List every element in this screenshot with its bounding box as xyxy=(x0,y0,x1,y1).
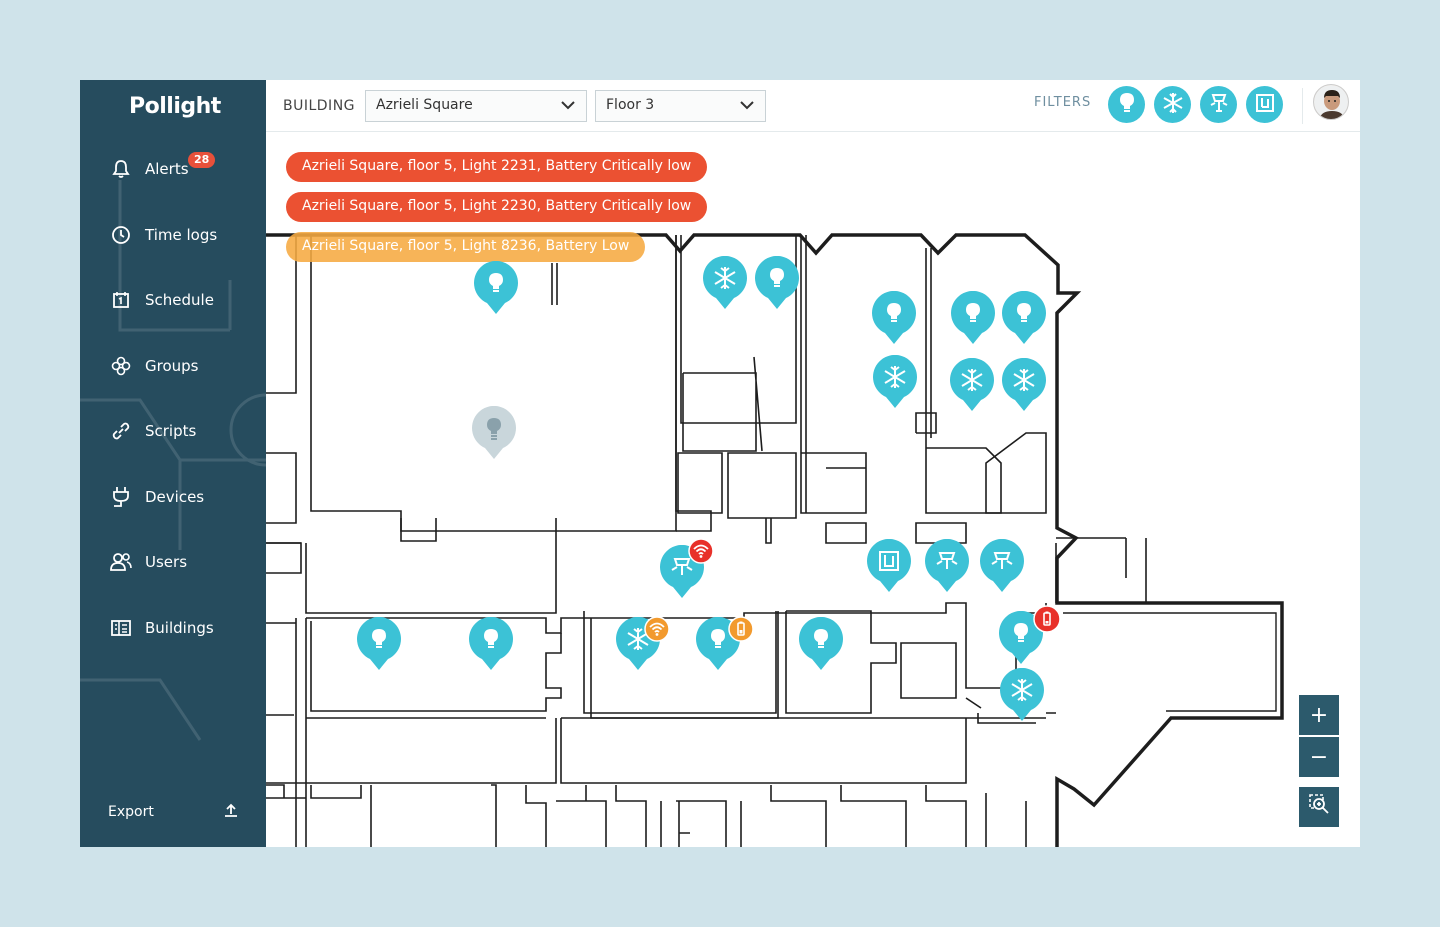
floor-select[interactable]: Floor 3 xyxy=(595,90,766,122)
sensor-pin[interactable] xyxy=(979,538,1025,597)
clock-icon xyxy=(110,224,132,246)
export-button[interactable]: Export xyxy=(108,803,238,821)
sidebar-item-label: Groups xyxy=(145,357,199,375)
sidebar-item-time-logs[interactable]: Time logs xyxy=(110,220,217,250)
building-select[interactable]: Azrieli Square xyxy=(365,90,587,122)
filter-sensors-button[interactable] xyxy=(1200,86,1237,123)
sidebar-item-label: Buildings xyxy=(145,619,214,637)
users-icon xyxy=(110,551,132,573)
sidebar-item-alerts[interactable]: Alerts 28 xyxy=(110,152,216,184)
sidebar-item-users[interactable]: Users xyxy=(110,547,187,577)
sidebar-item-label: Alerts xyxy=(145,160,189,178)
alert-low-battery[interactable]: Azrieli Square, floor 5, Light 8236, Bat… xyxy=(286,232,646,262)
hvac-pin[interactable] xyxy=(1001,357,1047,416)
sidebar-item-scripts[interactable]: Scripts xyxy=(110,416,196,446)
building-label: BUILDING xyxy=(283,98,356,114)
battery-warning-badge xyxy=(728,616,754,646)
zoom-in-button[interactable]: + xyxy=(1299,695,1339,735)
light-pin[interactable] xyxy=(950,290,996,349)
filters-label: FILTERS xyxy=(1034,95,1092,110)
hvac-pin[interactable] xyxy=(872,354,918,413)
sidebar-item-label: Time logs xyxy=(145,226,218,244)
alert-critical-battery[interactable]: Azrieli Square, floor 5, Light 2231, Bat… xyxy=(286,152,708,182)
export-label: Export xyxy=(108,804,154,820)
filter-hvac-button[interactable] xyxy=(1154,86,1191,123)
filter-lights-button[interactable] xyxy=(1108,86,1145,123)
sidebar-item-groups[interactable]: Groups xyxy=(110,351,198,381)
hvac-pin[interactable] xyxy=(702,255,748,314)
light-pin[interactable] xyxy=(356,616,402,675)
zoom-search-icon xyxy=(1308,793,1330,821)
hvac-pin[interactable] xyxy=(949,357,995,416)
sidebar-item-label: Schedule xyxy=(145,291,214,309)
sidebar-item-buildings[interactable]: Buildings xyxy=(110,613,214,643)
top-bar: BUILDING Azrieli Square Floor 3 FILTERS xyxy=(266,80,1360,132)
sensor-icon xyxy=(1207,92,1231,118)
upload-icon xyxy=(224,803,238,821)
app-logo: Pollight xyxy=(129,94,221,119)
alert-critical-battery[interactable]: Azrieli Square, floor 5, Light 2230, Bat… xyxy=(286,192,708,222)
zoom-fit-button[interactable] xyxy=(1299,787,1339,827)
light-pin[interactable] xyxy=(1001,290,1047,349)
floor-select-value: Floor 3 xyxy=(606,97,655,113)
sensor-pin[interactable] xyxy=(924,538,970,597)
filter-panels-button[interactable] xyxy=(1246,86,1283,123)
app-window: Pollight Alerts 28 Time logs Schedule Gr… xyxy=(80,80,1360,847)
groups-icon xyxy=(110,355,132,377)
light-pin[interactable] xyxy=(754,255,800,314)
building-select-value: Azrieli Square xyxy=(376,97,473,113)
light-pin[interactable] xyxy=(473,260,519,319)
sidebar-item-devices[interactable]: Devices xyxy=(110,482,204,512)
wifi-warning-badge xyxy=(644,616,670,646)
floor-map[interactable]: Azrieli Square, floor 5, Light 2231, Bat… xyxy=(266,133,1360,847)
link-icon xyxy=(110,420,132,442)
avatar[interactable] xyxy=(1313,84,1349,120)
panel-pin[interactable] xyxy=(866,538,912,597)
bulb-icon xyxy=(1117,92,1137,118)
light-pin[interactable] xyxy=(468,616,514,675)
sidebar: Pollight Alerts 28 Time logs Schedule Gr… xyxy=(80,80,266,847)
topbar-divider xyxy=(1302,88,1303,124)
chevron-down-icon xyxy=(560,99,576,115)
bell-icon xyxy=(110,158,132,180)
alerts-count-badge: 28 xyxy=(188,152,216,168)
panel-icon xyxy=(1255,93,1275,117)
light-pin-inactive[interactable] xyxy=(471,405,517,464)
snowflake-icon xyxy=(1162,92,1184,118)
sidebar-background-pattern xyxy=(80,180,266,741)
light-pin[interactable] xyxy=(798,616,844,675)
sidebar-item-label: Devices xyxy=(145,488,205,506)
plug-icon xyxy=(110,486,132,508)
chevron-down-icon xyxy=(739,99,755,115)
calendar-icon xyxy=(110,289,132,311)
wifi-alert-badge xyxy=(688,538,714,568)
battery-critical-badge xyxy=(1033,605,1061,637)
building-icon xyxy=(110,617,132,639)
sidebar-item-schedule[interactable]: Schedule xyxy=(110,285,214,315)
zoom-out-button[interactable]: − xyxy=(1299,737,1339,777)
light-pin[interactable] xyxy=(871,290,917,349)
sidebar-item-label: Scripts xyxy=(145,422,197,440)
sidebar-item-label: Users xyxy=(145,553,188,571)
hvac-pin[interactable] xyxy=(999,667,1045,726)
